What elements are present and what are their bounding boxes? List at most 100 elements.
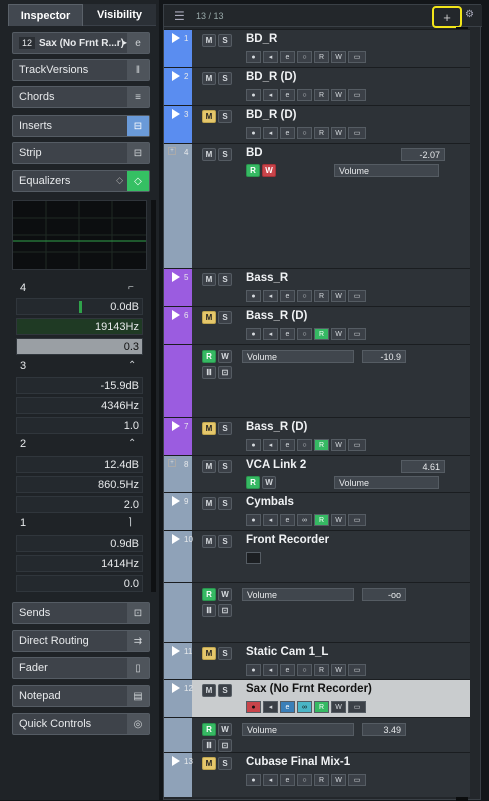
mute-button[interactable]: M [202, 460, 216, 473]
mute-button[interactable]: M [202, 311, 216, 324]
monitor-button[interactable]: ◂ [263, 439, 278, 451]
routing-icon[interactable]: ⇉ [127, 631, 149, 651]
eq-band-2-q[interactable]: 2.0 [16, 496, 143, 513]
track-row[interactable]: 2 M S BD_R (D) ● ◂ e ○ R W ▭ [164, 67, 470, 105]
monitor-button[interactable]: ◂ [263, 89, 278, 101]
inspector-track-header[interactable]: 12 Sax (No Frnt R...r) ▸ e [12, 32, 150, 54]
section-direct-routing[interactable]: Direct Routing ⇉ [12, 630, 150, 652]
read-button[interactable]: R [246, 476, 260, 489]
lowcut-icon[interactable]: ⌉ [128, 517, 132, 528]
sends-icon[interactable]: ⊡ [127, 603, 149, 623]
eq-band-1-gain[interactable]: 0.9dB [16, 535, 143, 552]
track-name[interactable]: Sax (No Frnt Recorder) [246, 683, 372, 695]
peak-icon[interactable]: ⌃ [128, 438, 136, 449]
write-button[interactable]: W [331, 290, 346, 302]
track-row[interactable]: 6 M S Bass_R (D) ● ◂ e ○ R W ▭ [164, 306, 470, 344]
automation-parameter[interactable]: Volume [334, 476, 439, 489]
highshelf-icon[interactable]: ⌐ [128, 282, 134, 293]
notepad-icon[interactable]: ▤ [127, 686, 149, 706]
lane-button[interactable]: ▭ [348, 127, 366, 139]
diamond-icon[interactable]: ◇ [116, 175, 123, 186]
settings-icon[interactable]: ⚙ [465, 9, 474, 20]
tab-visibility[interactable]: Visibility [83, 4, 156, 26]
lane-button[interactable]: ▭ [348, 514, 366, 526]
loop-button[interactable]: ○ [297, 439, 312, 451]
lock-button[interactable]: Ⅲ [202, 604, 216, 617]
record-enable-button[interactable]: ● [246, 774, 261, 786]
section-chords[interactable]: Chords ≡ [12, 86, 150, 108]
write-button[interactable]: W [218, 588, 232, 601]
track-name[interactable]: Cubase Final Mix-1 [246, 756, 350, 768]
track-row[interactable]: 7 M S Bass_R (D) ● ◂ e ○ R W ▭ [164, 417, 470, 455]
automation-value[interactable]: 3.49 [362, 723, 406, 736]
record-enable-button[interactable]: ● [246, 51, 261, 63]
record-enable-button[interactable]: ● [246, 664, 261, 676]
track-name[interactable]: BD_R (D) [246, 71, 296, 83]
eq-band-4-q[interactable]: 0.3 [16, 338, 143, 355]
write-button[interactable]: W [262, 164, 276, 177]
mute-button[interactable]: M [202, 497, 216, 510]
section-quick-controls[interactable]: Quick Controls ◎ [12, 713, 150, 735]
padlock-icon[interactable]: ⊡ [218, 739, 232, 752]
eq-band-1-q[interactable]: 0.0 [16, 575, 143, 592]
mute-button[interactable]: M [202, 422, 216, 435]
edit-channel-button[interactable]: e [280, 51, 295, 63]
tab-inspector[interactable]: Inspector [8, 4, 83, 26]
loop-button[interactable]: ∞ [297, 514, 312, 526]
eq-bypass-icon[interactable]: ◇ [127, 171, 149, 191]
read-button[interactable]: R [314, 51, 329, 63]
strip-icon[interactable]: ⊟ [127, 143, 149, 163]
loop-button[interactable]: ○ [297, 774, 312, 786]
mute-button[interactable]: M [202, 757, 216, 770]
track-name[interactable]: Bass_R (D) [246, 421, 307, 433]
solo-button[interactable]: S [218, 148, 232, 161]
loop-button[interactable]: ∞ [297, 701, 312, 713]
track-row[interactable]: 11 M S Static Cam 1_L ● ◂ e ○ R W ▭ [164, 642, 470, 679]
inserts-icon[interactable]: ⊟ [127, 116, 149, 136]
mute-button[interactable]: M [202, 34, 216, 47]
inspector-track-name[interactable]: Sax (No Frnt R...r) [39, 38, 124, 49]
section-equalizers[interactable]: Equalizers ◇ ◇ [12, 170, 150, 192]
solo-button[interactable]: S [218, 460, 232, 473]
monitor-button[interactable]: ◂ [263, 514, 278, 526]
write-button[interactable]: W [331, 514, 346, 526]
write-button[interactable]: W [331, 51, 346, 63]
automation-parameter[interactable]: Volume [242, 350, 354, 363]
eq-band-3-q[interactable]: 1.0 [16, 417, 143, 434]
record-enable-button[interactable]: ● [246, 290, 261, 302]
solo-button[interactable]: S [218, 72, 232, 85]
mute-button[interactable]: M [202, 647, 216, 660]
lock-button[interactable]: Ⅲ [202, 366, 216, 379]
record-enable-button[interactable]: ● [246, 514, 261, 526]
peak-icon[interactable]: ⌃ [128, 360, 136, 371]
track-row[interactable]: +4 M S BD -2.07 R W Volume [164, 143, 470, 268]
track-name[interactable]: BD_R (D) [246, 109, 296, 121]
eq-curve-display[interactable] [12, 200, 147, 270]
mute-button[interactable]: M [202, 684, 216, 697]
section-sends[interactable]: Sends ⊡ [12, 602, 150, 624]
loop-button[interactable]: ○ [297, 51, 312, 63]
track-name[interactable]: Static Cam 1_L [246, 646, 328, 658]
section-strip[interactable]: Strip ⊟ [12, 142, 150, 164]
track-row[interactable]: 12 M S Sax (No Frnt Recorder) ● ◂ e ∞ R W ▭ [164, 679, 470, 717]
section-notepad[interactable]: Notepad ▤ [12, 685, 150, 707]
solo-button[interactable]: S [218, 311, 232, 324]
automation-value[interactable]: -10.9 [362, 350, 406, 363]
edit-channel-button[interactable]: e [280, 774, 295, 786]
track-color-bar[interactable] [164, 144, 192, 268]
automation-parameter[interactable]: Volume [334, 164, 439, 177]
edit-channel-button[interactable]: e [280, 664, 295, 676]
read-button[interactable]: R [314, 774, 329, 786]
solo-button[interactable]: S [218, 647, 232, 660]
monitor-button[interactable]: ◂ [263, 328, 278, 340]
read-button[interactable]: R [314, 514, 329, 526]
track-name[interactable]: VCA Link 2 [246, 459, 306, 471]
solo-button[interactable]: S [218, 34, 232, 47]
track-row[interactable]: 9 M S Cymbals ● ◂ e ∞ R W ▭ [164, 492, 470, 530]
track-value[interactable]: 4.61 [401, 460, 445, 473]
read-button[interactable]: R [314, 664, 329, 676]
track-name[interactable]: BD [246, 147, 263, 159]
eq-band-3-gain[interactable]: -15.9dB [16, 377, 143, 394]
record-enable-button[interactable]: ● [246, 701, 261, 713]
write-button[interactable]: W [331, 127, 346, 139]
